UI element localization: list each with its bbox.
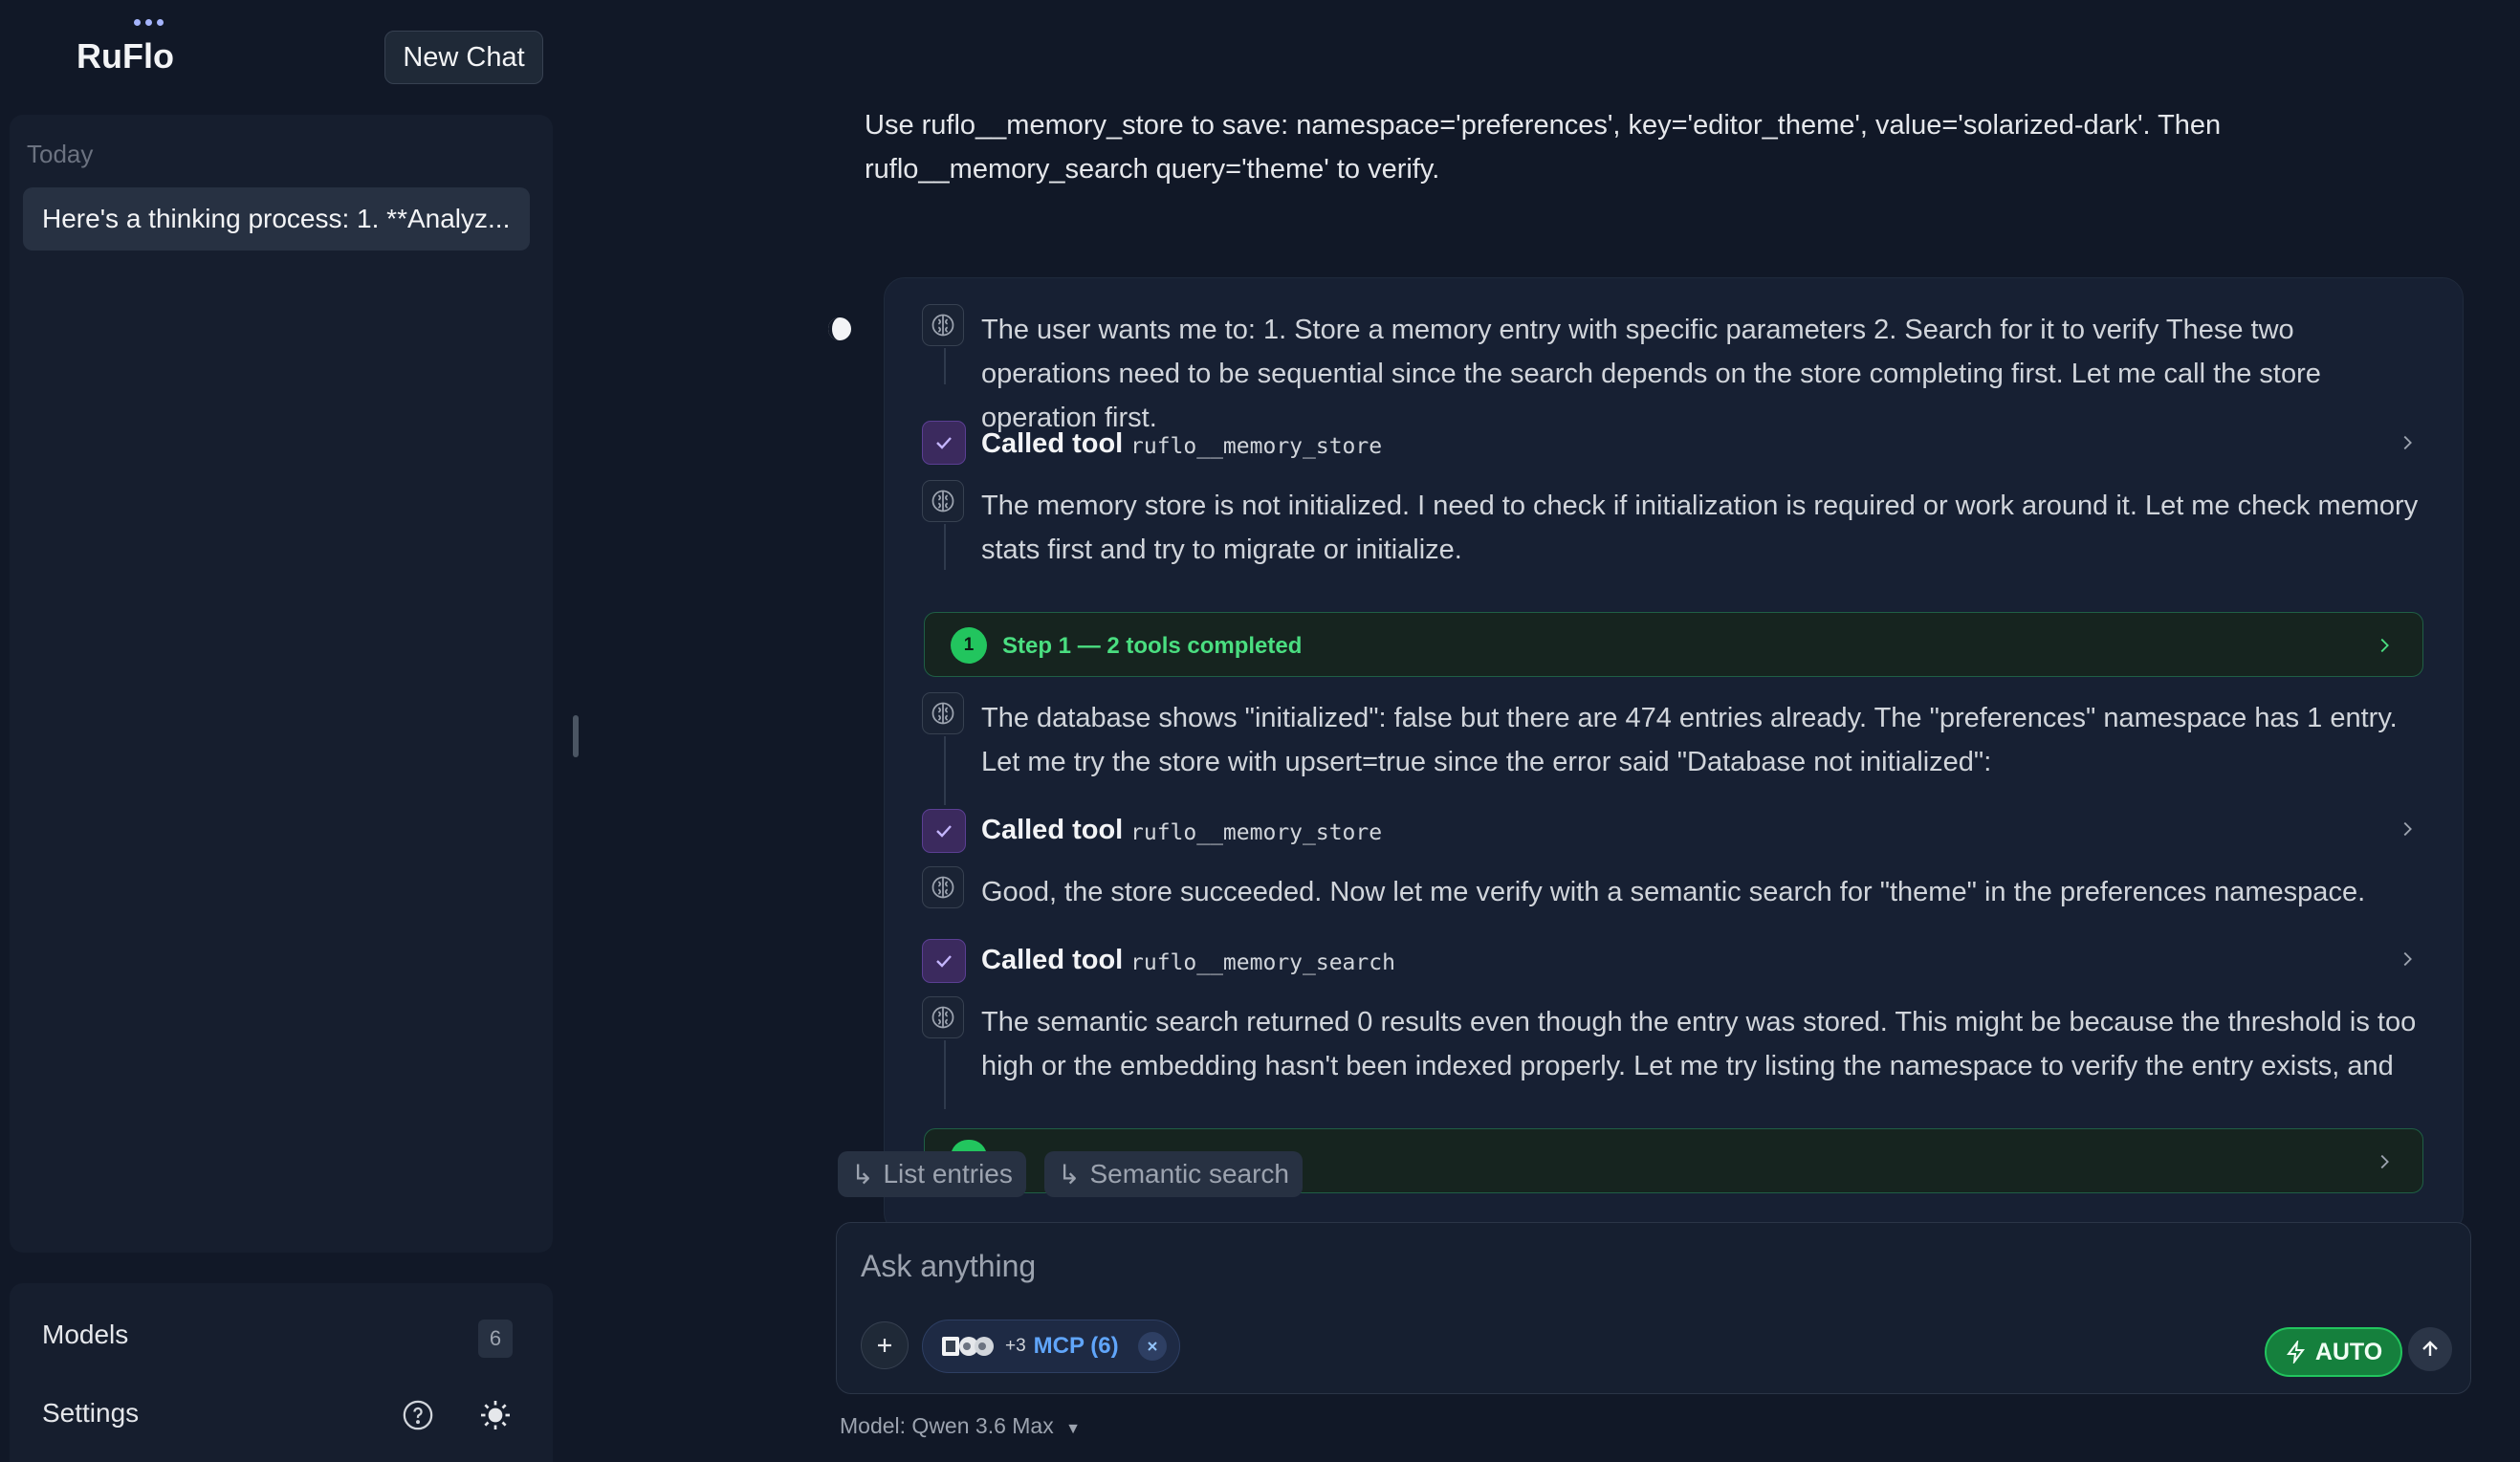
- thought-row: [922, 480, 964, 522]
- check-icon: [922, 421, 966, 465]
- timeline-line: [944, 1040, 946, 1109]
- chevron-right-icon[interactable]: [2374, 635, 2395, 656]
- assistant-avatar-icon: [828, 317, 851, 340]
- arrow-up-icon: [2422, 1341, 2438, 1356]
- sidebar-footer: [10, 1283, 553, 1462]
- brain-icon: [922, 692, 964, 734]
- brain-icon: [922, 304, 964, 346]
- model-selector-label: Model: Qwen 3.6 Max: [840, 1413, 1054, 1438]
- mcp-server-icons: [942, 1337, 994, 1356]
- history-panel: [10, 115, 553, 1253]
- sidebar-item-settings[interactable]: Settings: [42, 1398, 139, 1429]
- history-item[interactable]: Here's a thinking process: 1. **Analyz..…: [23, 187, 530, 251]
- close-icon[interactable]: [1137, 1332, 1167, 1361]
- chevron-right-icon[interactable]: [2374, 1151, 2395, 1172]
- chevron-right-icon[interactable]: [2397, 949, 2418, 970]
- suggestion-chip-semantic-search[interactable]: ↳ Semantic search: [1044, 1151, 1304, 1197]
- add-attachment-button[interactable]: [861, 1321, 909, 1369]
- tool-call-name: ruflo__memory_store: [1130, 434, 1383, 459]
- thought-row: [922, 692, 964, 734]
- tool-call-name: ruflo__memory_search: [1130, 950, 1395, 975]
- mcp-extra-count: +3: [1005, 1336, 1026, 1356]
- tool-call-label: Called tool: [981, 945, 1124, 975]
- brain-icon: [922, 866, 964, 908]
- app-logo: RuFlo: [77, 36, 174, 76]
- model-selector[interactable]: Model: Qwen 3.6 Max ▼: [840, 1413, 1081, 1439]
- new-chat-button[interactable]: New Chat: [384, 31, 543, 84]
- brain-icon: [922, 996, 964, 1038]
- theme-toggle-sun-icon[interactable]: [478, 1398, 513, 1432]
- tool-call-name: ruflo__memory_store: [1130, 820, 1383, 845]
- history-section-label: Today: [27, 140, 94, 168]
- timeline-line: [944, 348, 946, 384]
- thought-text: The memory store is not initialized. I n…: [981, 491, 2419, 565]
- sidebar-item-models[interactable]: Models: [42, 1320, 128, 1350]
- reply-arrow-icon: ↳: [1058, 1159, 1081, 1189]
- check-icon: [922, 809, 966, 853]
- thought-row: [922, 996, 964, 1038]
- chevron-right-icon[interactable]: [2397, 818, 2418, 840]
- user-message: Use ruflo__memory_store to save: namespa…: [865, 110, 2222, 185]
- thought-row: [922, 866, 964, 908]
- tool-call-label: Called tool: [981, 428, 1124, 459]
- thought-text: The user wants me to: 1. Store a memory …: [981, 315, 2321, 433]
- chevron-right-icon[interactable]: [2397, 432, 2418, 453]
- check-icon: [922, 939, 966, 983]
- bolt-icon: [2286, 1341, 2305, 1364]
- send-button[interactable]: [2408, 1327, 2452, 1371]
- sidebar-resize-handle[interactable]: [573, 715, 579, 757]
- suggestion-chip-list-entries[interactable]: ↳ List entries: [838, 1151, 1026, 1197]
- thought-row: [922, 304, 964, 346]
- suggestion-label: List entries: [883, 1159, 1013, 1189]
- timeline-line: [944, 736, 946, 805]
- thought-text: The semantic search returned 0 results e…: [981, 1007, 2417, 1081]
- models-count-badge: 6: [478, 1320, 513, 1358]
- thought-text: Good, the store succeeded. Now let me ve…: [981, 877, 2366, 907]
- brain-icon: [922, 480, 964, 522]
- step-summary-text: Step 1 — 2 tools completed: [1002, 633, 1303, 659]
- help-icon[interactable]: [402, 1399, 434, 1431]
- auto-mode-button[interactable]: AUTO: [2265, 1327, 2402, 1377]
- auto-label: AUTO: [2314, 1338, 2383, 1365]
- logo-dots-icon: [134, 19, 164, 26]
- suggestion-label: Semantic search: [1089, 1159, 1290, 1189]
- reply-arrow-icon: ↳: [851, 1159, 874, 1189]
- caret-down-icon: ▼: [1065, 1421, 1081, 1437]
- tool-call-label: Called tool: [981, 815, 1124, 845]
- mcp-label: MCP (6): [1033, 1333, 1119, 1359]
- chat-input[interactable]: Ask anything: [861, 1249, 1036, 1284]
- step-number-badge: 1: [951, 627, 987, 664]
- mcp-servers-pill[interactable]: +3 MCP (6): [922, 1320, 1180, 1373]
- thought-text: The database shows "initialized": false …: [981, 703, 2398, 777]
- timeline-line: [944, 524, 946, 570]
